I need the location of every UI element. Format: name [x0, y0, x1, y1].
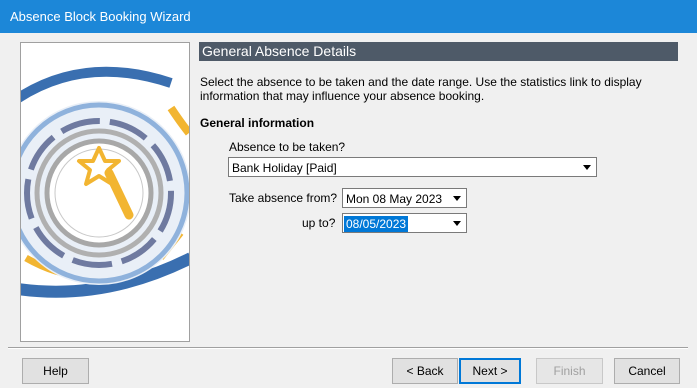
from-date-value: Mon 08 May 2023 [346, 192, 443, 206]
upto-date-picker[interactable]: 08/05/2023 [342, 213, 467, 233]
finish-button[interactable]: Finish [536, 358, 603, 384]
absence-label: Absence to be taken? [229, 140, 346, 154]
back-button[interactable]: < Back [392, 358, 458, 384]
help-button[interactable]: Help [22, 358, 89, 384]
magic-wand-clock-icon [21, 43, 189, 341]
wizard-window: Absence Block Booking Wizard General Abs… [0, 0, 697, 388]
chevron-down-icon[interactable] [449, 190, 465, 206]
upto-label: up to? [302, 216, 336, 230]
from-label: Take absence from? [229, 191, 338, 205]
footer-divider [8, 347, 688, 349]
chevron-down-icon[interactable] [579, 159, 595, 175]
section-title: General information [200, 116, 315, 130]
cancel-button[interactable]: Cancel [614, 358, 680, 384]
absence-select[interactable]: Bank Holiday [Paid] [228, 157, 597, 177]
from-date-picker[interactable]: Mon 08 May 2023 [342, 188, 467, 208]
title-bar[interactable]: Absence Block Booking Wizard [0, 0, 697, 33]
chevron-down-icon[interactable] [449, 215, 465, 231]
intro-text: Select the absence to be taken and the d… [200, 75, 642, 103]
wizard-illustration [20, 42, 190, 342]
window-title: Absence Block Booking Wizard [10, 9, 191, 24]
absence-value: Bank Holiday [Paid] [232, 161, 337, 175]
upto-date-value: 08/05/2023 [344, 216, 409, 232]
page-heading: General Absence Details [199, 42, 678, 61]
next-button[interactable]: Next > [459, 358, 521, 384]
